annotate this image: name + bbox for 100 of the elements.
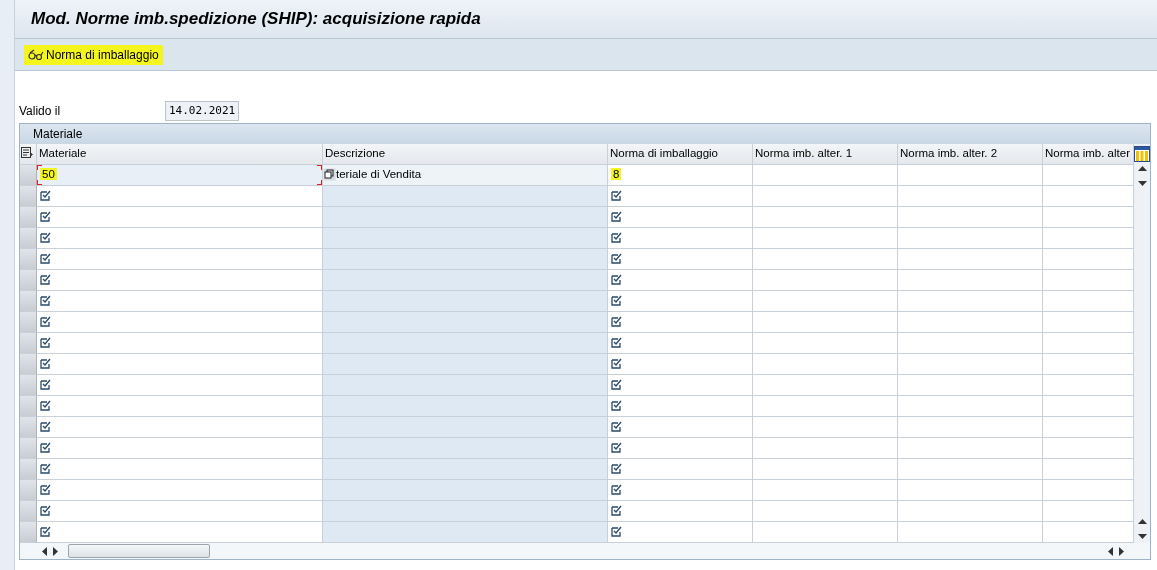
table-cell[interactable] (753, 459, 898, 480)
table-cell[interactable] (753, 480, 898, 501)
table-cell[interactable] (753, 333, 898, 354)
table-cell[interactable] (753, 501, 898, 522)
table-cell[interactable] (753, 228, 898, 249)
table-cell[interactable] (323, 396, 608, 417)
column-header[interactable]: Materiale (37, 144, 323, 165)
table-cell[interactable] (753, 396, 898, 417)
table-cell[interactable] (898, 354, 1043, 375)
table-cell[interactable] (753, 375, 898, 396)
column-header[interactable]: Descrizione (323, 144, 608, 165)
row-selector[interactable] (20, 249, 37, 270)
column-header[interactable]: Norma imb. alter (1043, 144, 1134, 165)
row-selector[interactable] (20, 186, 37, 207)
packing-norm-button[interactable]: Norma di imballaggio (24, 44, 163, 65)
table-cell[interactable] (753, 417, 898, 438)
table-cell[interactable] (1043, 354, 1134, 375)
table-cell[interactable] (323, 312, 608, 333)
table-cell[interactable] (753, 291, 898, 312)
table-cell[interactable] (323, 228, 608, 249)
material-input[interactable]: 50 (40, 168, 57, 180)
row-selector[interactable] (20, 270, 37, 291)
scroll-up-icon[interactable] (1137, 519, 1147, 524)
table-cell[interactable] (1043, 165, 1134, 186)
row-selector[interactable] (20, 228, 37, 249)
table-cell[interactable] (898, 228, 1043, 249)
table-cell[interactable] (1043, 480, 1134, 501)
scroll-left-icon[interactable] (1108, 546, 1113, 556)
table-cell[interactable] (898, 333, 1043, 354)
scroll-down-icon[interactable] (1137, 534, 1147, 539)
table-cell[interactable] (1043, 333, 1134, 354)
table-cell[interactable] (323, 207, 608, 228)
scroll-right-icon[interactable] (1119, 546, 1124, 556)
table-cell[interactable] (898, 291, 1043, 312)
table-cell[interactable] (1043, 270, 1134, 291)
table-cell[interactable] (323, 333, 608, 354)
table-cell[interactable] (1043, 207, 1134, 228)
table-cell[interactable] (1043, 459, 1134, 480)
table-cell[interactable] (753, 438, 898, 459)
table-cell[interactable] (323, 459, 608, 480)
table-cell[interactable] (898, 270, 1043, 291)
row-selector[interactable] (20, 396, 37, 417)
table-cell[interactable] (323, 291, 608, 312)
table-cell[interactable] (753, 165, 898, 186)
row-selector[interactable] (20, 375, 37, 396)
table-cell[interactable] (898, 459, 1043, 480)
table-cell[interactable] (753, 186, 898, 207)
table-cell[interactable] (753, 312, 898, 333)
table-cell[interactable] (1043, 291, 1134, 312)
column-layout-icon[interactable] (1134, 146, 1150, 162)
row-selector[interactable] (20, 333, 37, 354)
row-selector[interactable] (20, 312, 37, 333)
table-cell[interactable] (898, 375, 1043, 396)
table-cell[interactable] (898, 480, 1043, 501)
table-cell[interactable] (898, 522, 1043, 543)
table-cell[interactable] (753, 270, 898, 291)
table-settings-icon[interactable] (21, 147, 34, 159)
table-cell[interactable] (1043, 228, 1134, 249)
table-cell[interactable] (898, 207, 1043, 228)
row-selector[interactable] (20, 501, 37, 522)
table-cell[interactable] (323, 270, 608, 291)
table-cell[interactable] (898, 396, 1043, 417)
vertical-scrollbar[interactable] (1134, 144, 1150, 543)
scroll-up-icon[interactable] (1137, 166, 1147, 171)
table-cell[interactable] (1043, 396, 1134, 417)
scroll-down-icon[interactable] (1137, 181, 1147, 186)
row-selector[interactable] (20, 207, 37, 228)
scroll-right-icon[interactable] (53, 546, 58, 556)
scroll-thumb[interactable] (68, 544, 210, 558)
table-cell[interactable] (1043, 522, 1134, 543)
table-cell[interactable] (1043, 186, 1134, 207)
column-header[interactable]: Norma imb. alter. 1 (753, 144, 898, 165)
table-cell[interactable] (898, 186, 1043, 207)
table-cell[interactable] (1043, 249, 1134, 270)
column-header[interactable]: Norma imb. alter. 2 (898, 144, 1043, 165)
table-cell[interactable] (898, 438, 1043, 459)
table-cell[interactable] (323, 501, 608, 522)
row-selector[interactable] (20, 459, 37, 480)
table-cell[interactable] (323, 438, 608, 459)
table-cell[interactable] (323, 375, 608, 396)
table-cell[interactable] (753, 522, 898, 543)
table-cell[interactable] (898, 501, 1043, 522)
row-selector[interactable] (20, 417, 37, 438)
table-cell[interactable] (898, 417, 1043, 438)
packing-norm-input[interactable]: 8 (611, 168, 622, 180)
row-selector[interactable] (20, 438, 37, 459)
table-cell[interactable] (323, 417, 608, 438)
table-cell[interactable] (323, 480, 608, 501)
copy-icon[interactable] (323, 168, 336, 181)
table-cell[interactable] (753, 354, 898, 375)
table-cell[interactable] (898, 165, 1043, 186)
table-cell[interactable] (323, 186, 608, 207)
table-cell[interactable] (1043, 312, 1134, 333)
table-cell[interactable] (1043, 438, 1134, 459)
table-cell[interactable] (898, 249, 1043, 270)
row-selector[interactable] (20, 480, 37, 501)
table-cell[interactable] (323, 522, 608, 543)
column-header[interactable]: Norma di imballaggio (608, 144, 753, 165)
table-cell[interactable] (323, 249, 608, 270)
table-cell[interactable] (1043, 375, 1134, 396)
